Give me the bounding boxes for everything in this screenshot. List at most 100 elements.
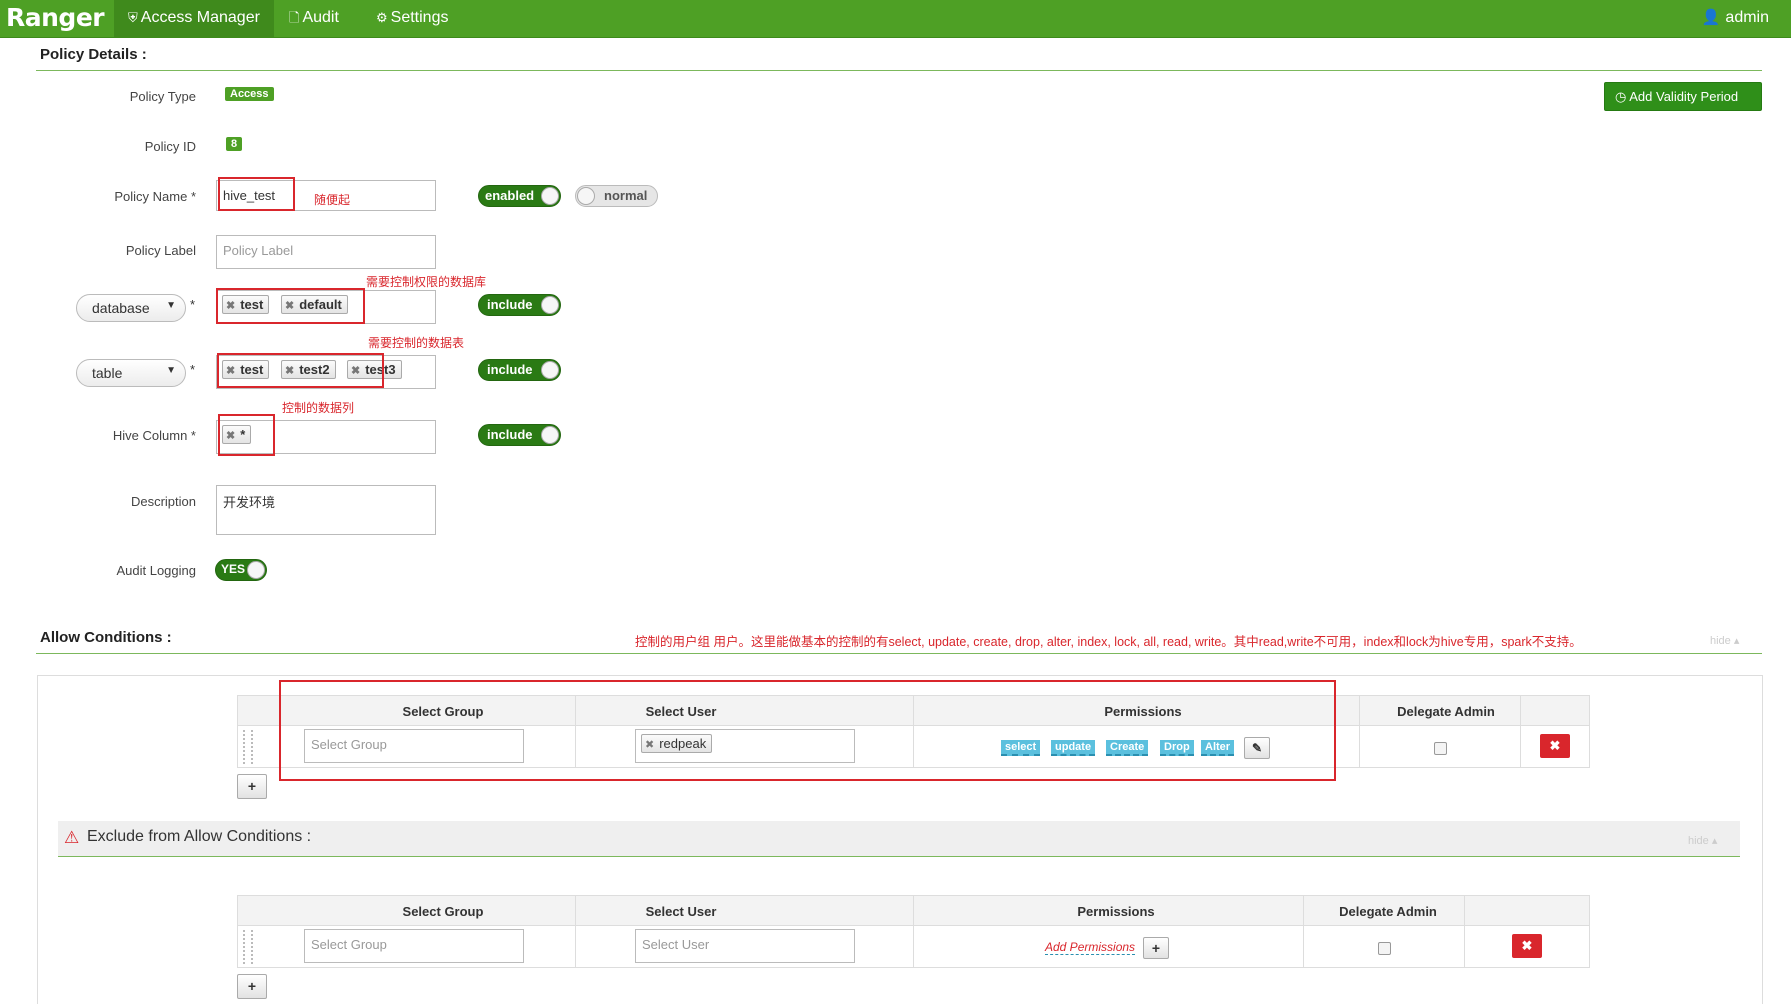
drag-handle[interactable] (243, 930, 253, 964)
nav-label: Audit (302, 9, 339, 26)
policy-label-label: Policy Label (125, 243, 196, 258)
gear-icon: ⚙ (376, 10, 388, 25)
audit-logging-label: Audit Logging (116, 563, 196, 578)
required-marker: * (190, 297, 196, 312)
nav-label: Access Manager (140, 9, 260, 26)
close-icon: ✖ (1521, 938, 1533, 953)
toggle-knob (577, 187, 595, 205)
add-permissions-link[interactable]: Add Permissions (1045, 940, 1136, 955)
divider (1464, 895, 1465, 968)
user-menu[interactable]: 👤 admin (1702, 0, 1769, 37)
annotation-box (217, 353, 384, 388)
delegate-admin-checkbox[interactable] (1434, 742, 1447, 755)
annotation-note: 控制的用户组 用户。这里能做基本的控制的有select, update, cre… (635, 635, 1582, 649)
column-header: Permissions (1077, 904, 1155, 919)
description-label: Description (130, 494, 196, 509)
annotation-box (218, 177, 295, 211)
divider (575, 895, 576, 968)
divider (1520, 695, 1521, 768)
policy-label-input[interactable]: Policy Label (216, 235, 436, 269)
toggle-label: include (487, 427, 533, 442)
divider (36, 70, 1762, 71)
hide-toggle[interactable]: hide ▴ (1710, 634, 1739, 647)
nav-settings[interactable]: ⚙ Settings (362, 0, 462, 37)
add-allow-row-button[interactable]: + (237, 774, 267, 799)
column-header: Delegate Admin (1339, 904, 1437, 919)
username: admin (1725, 9, 1769, 26)
add-exclude-row-button[interactable]: + (237, 974, 267, 999)
column-header: Delegate Admin (1397, 704, 1495, 719)
toggle-knob (541, 361, 559, 379)
divider (1359, 695, 1360, 768)
audit-logging-toggle[interactable]: YES (215, 559, 267, 581)
plus-icon: + (1151, 940, 1161, 956)
toggle-knob (541, 426, 559, 444)
policy-id-label: Policy ID (144, 139, 196, 154)
select-value: table (92, 365, 123, 381)
exclude-group-input[interactable]: Select Group (304, 929, 524, 963)
column-header: Select Group (402, 904, 484, 919)
nav-label: Settings (390, 9, 449, 26)
clock-icon: ◷ (1615, 89, 1627, 104)
hide-label: hide (1688, 835, 1709, 847)
add-permissions-button[interactable]: + (1143, 937, 1169, 959)
policy-type-badge: Access (225, 87, 274, 101)
nav-audit[interactable]: 🗋 Audit (275, 0, 353, 37)
hide-label: hide (1710, 635, 1731, 647)
annotation-box (216, 288, 365, 324)
annotation-box (218, 414, 275, 456)
normal-toggle[interactable]: normal (575, 185, 658, 207)
close-icon: ✖ (1549, 738, 1561, 753)
toggle-label: include (487, 297, 533, 312)
button-label: Add Validity Period (1629, 89, 1739, 104)
hive-column-label: Hive Column * (112, 428, 196, 443)
annotation-note: 控制的数据列 (282, 401, 355, 415)
allow-conditions-title: Allow Conditions : (40, 629, 172, 646)
table-include-toggle[interactable]: include (478, 359, 561, 381)
resource-type-select-table[interactable]: table ▼ (76, 359, 186, 387)
chevron-down-icon: ▼ (166, 365, 176, 376)
annotation-note: 随便起 (314, 193, 351, 207)
delegate-admin-checkbox[interactable] (1378, 942, 1391, 955)
exclude-user-input[interactable]: Select User (635, 929, 855, 963)
policy-name-label: Policy Name * (114, 189, 196, 204)
annotation-note: 需要控制的数据表 (368, 336, 465, 350)
brand-logo[interactable]: Ranger (6, 3, 105, 32)
divider (36, 653, 1762, 654)
divider (913, 895, 914, 968)
warning-icon: ⚠ (64, 828, 80, 847)
toggle-knob (541, 187, 559, 205)
delete-row-button[interactable]: ✖ (1512, 934, 1542, 958)
toggle-label: enabled (485, 188, 535, 203)
top-navbar: Ranger ⛨ Access Manager 🗋 Audit ⚙ Settings … (0, 0, 1791, 38)
add-validity-period-button[interactable]: ◷ Add Validity Period (1604, 82, 1762, 111)
toggle-knob (541, 296, 559, 314)
user-icon: 👤 (1701, 9, 1721, 26)
toggle-label: YES (221, 562, 246, 576)
delete-row-button[interactable]: ✖ (1540, 734, 1570, 758)
column-include-toggle[interactable]: include (478, 424, 561, 446)
nav-access-manager[interactable]: ⛨ Access Manager (114, 0, 274, 37)
required-marker: * (190, 362, 196, 377)
toggle-label: normal (604, 188, 648, 203)
policy-id-badge: 8 (226, 137, 243, 151)
description-textarea[interactable]: 开发环境 (216, 485, 436, 535)
policy-type-label: Policy Type (129, 89, 196, 104)
policy-details-title: Policy Details : (40, 46, 147, 63)
hide-toggle[interactable]: hide ▴ (1688, 834, 1717, 847)
column-header: Select User (645, 904, 717, 919)
resource-type-select-database[interactable]: database ▼ (76, 294, 186, 322)
annotation-box (279, 680, 1336, 781)
exclude-title: Exclude from Allow Conditions : (87, 828, 312, 845)
annotation-note: 需要控制权限的数据库 (366, 275, 487, 289)
select-value: database (92, 300, 150, 316)
toggle-label: include (487, 362, 533, 377)
shield-icon: ⛨ (128, 10, 138, 25)
drag-handle[interactable] (243, 730, 253, 764)
database-include-toggle[interactable]: include (478, 294, 561, 316)
chevron-down-icon: ▼ (166, 300, 176, 311)
enabled-toggle[interactable]: enabled (478, 185, 561, 207)
divider (58, 856, 1740, 857)
toggle-knob (247, 561, 265, 579)
file-icon: 🗋 (289, 10, 300, 25)
